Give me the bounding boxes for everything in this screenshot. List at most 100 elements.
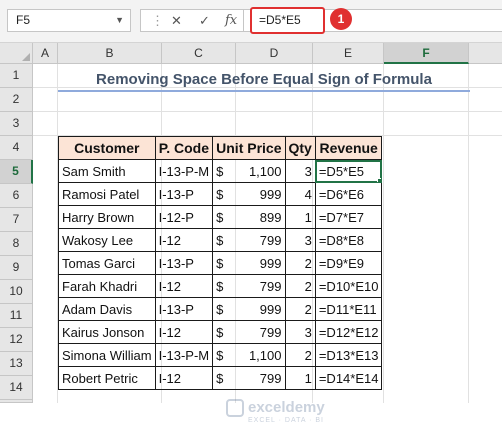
customer-cell[interactable]: Harry Brown bbox=[58, 205, 156, 229]
qty-cell[interactable]: 2 bbox=[284, 297, 316, 321]
header-revenue[interactable]: Revenue bbox=[314, 136, 383, 160]
revenue-cell[interactable]: =D14*E14 bbox=[314, 366, 383, 390]
product-code-cell[interactable]: I-12-P bbox=[154, 205, 214, 229]
currency-symbol: $ bbox=[216, 370, 224, 386]
column-header-a[interactable]: A bbox=[33, 43, 58, 64]
table-header-row: Customer P. Code Unit Price Qty Revenue bbox=[58, 136, 383, 160]
qty-cell[interactable]: 1 bbox=[284, 205, 316, 229]
revenue-cell[interactable]: =D10*E10 bbox=[314, 274, 383, 298]
row-header-6[interactable]: 6 bbox=[0, 184, 33, 208]
revenue-cell[interactable]: =D12*E12 bbox=[314, 320, 383, 344]
table-row: Ramosi Patel I-13-P $999 4 =D6*E6 bbox=[58, 182, 383, 206]
column-header-e[interactable]: E bbox=[313, 43, 384, 64]
qty-cell[interactable]: 1 bbox=[284, 366, 316, 390]
customer-cell[interactable]: Adam Davis bbox=[58, 297, 156, 321]
unit-price-cell[interactable]: $799 bbox=[212, 320, 286, 344]
customer-cell[interactable]: Kairus Jonson bbox=[58, 320, 156, 344]
column-header-f[interactable]: F bbox=[384, 43, 469, 64]
customer-cell[interactable]: Ramosi Patel bbox=[58, 182, 156, 206]
insert-function-icon[interactable]: fx bbox=[225, 10, 237, 31]
row-header-9[interactable]: 9 bbox=[0, 256, 33, 280]
name-box[interactable]: F5 ▼ bbox=[7, 9, 131, 32]
header-product-code[interactable]: P. Code bbox=[154, 136, 214, 160]
price-value: 799 bbox=[259, 278, 282, 294]
qty-cell[interactable]: 2 bbox=[284, 343, 316, 367]
more-options-icon[interactable]: ⋮ bbox=[151, 10, 164, 31]
qty-cell[interactable]: 2 bbox=[284, 274, 316, 298]
currency-symbol: $ bbox=[216, 163, 224, 179]
row-header-10[interactable]: 10 bbox=[0, 280, 33, 304]
price-value: 899 bbox=[259, 209, 282, 225]
chevron-down-icon[interactable]: ▼ bbox=[115, 10, 124, 31]
row-header-2[interactable]: 2 bbox=[0, 88, 33, 112]
revenue-cell[interactable]: =D6*E6 bbox=[314, 182, 383, 206]
revenue-cell[interactable]: =D11*E11 bbox=[314, 297, 383, 321]
price-value: 799 bbox=[259, 370, 282, 386]
currency-symbol: $ bbox=[216, 186, 224, 202]
enter-icon[interactable]: ✓ bbox=[199, 10, 210, 31]
price-value: 1,100 bbox=[248, 347, 282, 363]
customer-cell[interactable]: Simona William bbox=[58, 343, 156, 367]
qty-cell[interactable]: 3 bbox=[284, 159, 316, 183]
row-header-14[interactable]: 14 bbox=[0, 376, 33, 400]
unit-price-cell[interactable]: $799 bbox=[212, 366, 286, 390]
product-code-cell[interactable]: I-12 bbox=[154, 274, 214, 298]
row-header-11[interactable]: 11 bbox=[0, 304, 33, 328]
row-header-4[interactable]: 4 bbox=[0, 136, 33, 160]
customer-cell[interactable]: Sam Smith bbox=[58, 159, 156, 183]
customer-cell[interactable]: Wakosy Lee bbox=[58, 228, 156, 252]
customer-cell[interactable]: Tomas Garci bbox=[58, 251, 156, 275]
unit-price-cell[interactable]: $1,100 bbox=[212, 343, 286, 367]
customer-cell[interactable]: Robert Petric bbox=[58, 366, 156, 390]
row-header-13[interactable]: 13 bbox=[0, 352, 33, 376]
product-code-cell[interactable]: I-13-P bbox=[154, 182, 214, 206]
header-customer[interactable]: Customer bbox=[58, 136, 156, 160]
unit-price-cell[interactable]: $999 bbox=[212, 297, 286, 321]
qty-cell[interactable]: 2 bbox=[284, 251, 316, 275]
watermark-name: exceldemy bbox=[248, 399, 325, 416]
revenue-cell[interactable]: =D13*E13 bbox=[314, 343, 383, 367]
unit-price-cell[interactable]: $1,100 bbox=[212, 159, 286, 183]
callout-badge: 1 bbox=[330, 8, 352, 30]
unit-price-cell[interactable]: $899 bbox=[212, 205, 286, 229]
row-header-3[interactable]: 3 bbox=[0, 112, 33, 136]
column-header-c[interactable]: C bbox=[162, 43, 236, 64]
column-header-d[interactable]: D bbox=[236, 43, 313, 64]
product-code-cell[interactable]: I-12 bbox=[154, 228, 214, 252]
product-code-cell[interactable]: I-13-P bbox=[154, 251, 214, 275]
formula-buttons: ⋮ ✕ ✓ fx bbox=[140, 9, 244, 32]
currency-symbol: $ bbox=[216, 347, 224, 363]
row-header-5[interactable]: 5 bbox=[0, 160, 33, 184]
cancel-icon[interactable]: ✕ bbox=[171, 10, 182, 31]
formula-bar: F5 ▼ ⋮ ✕ ✓ fx =D5*E5 1 bbox=[0, 0, 502, 43]
unit-price-cell[interactable]: $999 bbox=[212, 251, 286, 275]
header-qty[interactable]: Qty bbox=[284, 136, 316, 160]
select-all-button[interactable] bbox=[0, 43, 33, 64]
product-code-cell[interactable]: I-13-P bbox=[154, 297, 214, 321]
row-header-12[interactable]: 12 bbox=[0, 328, 33, 352]
qty-cell[interactable]: 4 bbox=[284, 182, 316, 206]
revenue-cell[interactable]: =D9*E9 bbox=[314, 251, 383, 275]
row-header-8[interactable]: 8 bbox=[0, 232, 33, 256]
unit-price-cell[interactable]: $799 bbox=[212, 274, 286, 298]
fill-handle[interactable] bbox=[377, 178, 381, 182]
header-unit-price[interactable]: Unit Price bbox=[212, 136, 286, 160]
qty-cell[interactable]: 3 bbox=[284, 320, 316, 344]
product-code-cell[interactable]: I-13-P-M bbox=[154, 343, 214, 367]
revenue-cell-active[interactable]: =D5*E5 bbox=[314, 159, 383, 183]
revenue-cell[interactable]: =D8*E8 bbox=[314, 228, 383, 252]
row-header-1[interactable]: 1 bbox=[0, 64, 33, 88]
row-header-7[interactable]: 7 bbox=[0, 208, 33, 232]
revenue-cell[interactable]: =D7*E7 bbox=[314, 205, 383, 229]
product-code-cell[interactable]: I-13-P-M bbox=[154, 159, 214, 183]
unit-price-cell[interactable]: $999 bbox=[212, 182, 286, 206]
product-code-cell[interactable]: I-12 bbox=[154, 366, 214, 390]
customer-cell[interactable]: Farah Khadri bbox=[58, 274, 156, 298]
unit-price-cell[interactable]: $799 bbox=[212, 228, 286, 252]
formula-input[interactable]: =D5*E5 bbox=[250, 7, 325, 34]
column-header-b[interactable]: B bbox=[58, 43, 162, 64]
qty-cell[interactable]: 3 bbox=[284, 228, 316, 252]
product-code-cell[interactable]: I-12 bbox=[154, 320, 214, 344]
table-row: Adam Davis I-13-P $999 2 =D11*E11 bbox=[58, 297, 383, 321]
revenue-formula: =D5*E5 bbox=[318, 163, 365, 179]
